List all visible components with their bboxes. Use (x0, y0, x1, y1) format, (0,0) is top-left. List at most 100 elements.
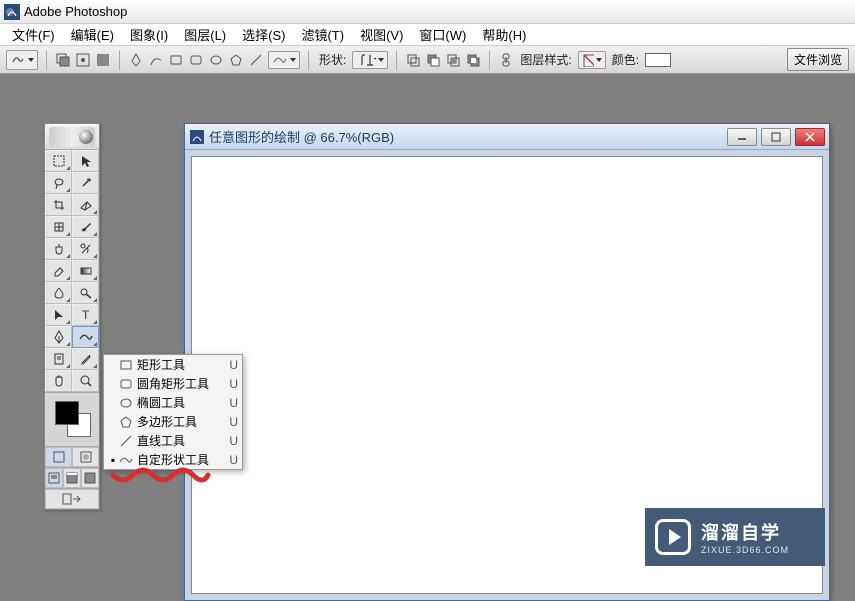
flyout-ellipse-tool[interactable]: 椭圆工具 U (104, 393, 242, 412)
healing-brush-tool[interactable] (45, 216, 72, 238)
menu-bar: 文件(F) 编辑(E) 图象(I) 图层(L) 选择(S) 滤镜(T) 视图(V… (0, 24, 855, 46)
slice-tool[interactable] (72, 194, 99, 216)
eyedropper-tool[interactable] (72, 348, 99, 370)
flyout-item-key: U (224, 377, 238, 391)
annotation-red-underline (108, 467, 228, 487)
combine-exclude-icon[interactable] (465, 52, 481, 68)
menu-file[interactable]: 文件(F) (4, 23, 63, 46)
flyout-rectangle-tool[interactable]: 矩形工具 U (104, 355, 242, 374)
line-shape-icon[interactable] (248, 52, 264, 68)
dodge-tool[interactable] (72, 282, 99, 304)
link-icon[interactable] (498, 52, 514, 68)
fill-pixels-mode-icon[interactable] (95, 52, 111, 68)
custom-shape-tool-indicator[interactable] (6, 50, 38, 70)
rectangle-shape-icon[interactable] (168, 52, 184, 68)
shape-picker[interactable] (352, 51, 388, 69)
eraser-tool[interactable] (45, 260, 72, 282)
polygon-shape-icon[interactable] (228, 52, 244, 68)
line-icon (118, 433, 134, 449)
maximize-button[interactable] (761, 128, 791, 146)
file-browse-button[interactable]: 文件浏览 (787, 48, 849, 71)
app-title-text: Adobe Photoshop (24, 4, 127, 19)
shape-tool-flyout: 矩形工具 U 圆角矩形工具 U 椭圆工具 U 多边形工具 U 直线工具 U ▪ … (103, 354, 243, 470)
menu-view[interactable]: 视图(V) (352, 23, 411, 46)
document-title-bar[interactable]: 任意图形的绘制 @ 66.7%(RGB) (185, 124, 829, 150)
flyout-item-key: U (224, 453, 238, 467)
flyout-polygon-tool[interactable]: 多边形工具 U (104, 412, 242, 431)
svg-text:T: T (82, 308, 90, 322)
menu-window[interactable]: 窗口(W) (411, 23, 474, 46)
history-brush-tool[interactable] (72, 238, 99, 260)
color-label: 颜色: (612, 51, 639, 68)
custom-shape-select-icon[interactable] (268, 51, 300, 69)
custom-shape-tool[interactable] (72, 326, 99, 348)
rectangle-icon (118, 357, 134, 373)
flyout-item-key: U (224, 434, 238, 448)
gradient-tool[interactable] (72, 260, 99, 282)
menu-help[interactable]: 帮助(H) (474, 23, 534, 46)
lasso-tool[interactable] (45, 172, 72, 194)
magic-wand-tool[interactable] (72, 172, 99, 194)
move-tool[interactable] (72, 150, 99, 172)
flyout-item-key: U (224, 415, 238, 429)
document-title-text: 任意图形的绘制 @ 66.7%(RGB) (209, 127, 727, 146)
watermark-play-icon (655, 519, 691, 555)
combine-add-icon[interactable] (405, 52, 421, 68)
app-title-bar: Adobe Photoshop (0, 0, 855, 24)
custom-shape-icon (118, 452, 134, 468)
freeform-pen-icon[interactable] (148, 52, 164, 68)
toolbox-logo (49, 127, 95, 147)
menu-edit[interactable]: 编辑(E) (63, 23, 122, 46)
pen-tool[interactable] (45, 326, 72, 348)
layer-style-picker[interactable] (578, 51, 606, 69)
ellipse-icon (118, 395, 134, 411)
screen-full-menubar-icon[interactable] (63, 468, 81, 488)
hand-tool[interactable] (45, 370, 72, 392)
layer-style-label: 图层样式: (520, 51, 571, 68)
foreground-color[interactable] (55, 401, 79, 425)
flyout-rounded-rectangle-tool[interactable]: 圆角矩形工具 U (104, 374, 242, 393)
rounded-rect-shape-icon[interactable] (188, 52, 204, 68)
watermark-sub-text: ZIXUE.3D66.COM (701, 545, 789, 555)
menu-image[interactable]: 图象(I) (122, 23, 176, 46)
shape-layers-mode-icon[interactable] (55, 52, 71, 68)
quick-mask-mode-icon[interactable] (72, 447, 99, 467)
color-swatch[interactable] (645, 53, 671, 67)
marquee-tool[interactable] (45, 150, 72, 172)
pen-tool-icon[interactable] (128, 52, 144, 68)
rounded-rectangle-icon (118, 376, 134, 392)
combine-intersect-icon[interactable] (445, 52, 461, 68)
color-picker[interactable] (45, 392, 99, 446)
close-button[interactable] (795, 128, 825, 146)
clone-stamp-tool[interactable] (45, 238, 72, 260)
flyout-item-label: 多边形工具 (137, 413, 224, 430)
screen-full-icon[interactable] (81, 468, 99, 488)
screen-standard-icon[interactable] (45, 468, 63, 488)
toolbox-panel: T (44, 123, 100, 510)
flyout-line-tool[interactable]: 直线工具 U (104, 431, 242, 450)
brush-tool[interactable] (72, 216, 99, 238)
menu-layer[interactable]: 图层(L) (176, 23, 234, 46)
menu-select[interactable]: 选择(S) (234, 23, 293, 46)
minimize-button[interactable] (727, 128, 757, 146)
combine-subtract-icon[interactable] (425, 52, 441, 68)
zoom-tool[interactable] (72, 370, 99, 392)
menu-filter[interactable]: 滤镜(T) (293, 23, 352, 46)
notes-tool[interactable] (45, 348, 72, 370)
toolbox-header[interactable] (45, 124, 99, 150)
paths-mode-icon[interactable] (75, 52, 91, 68)
checkmark-icon: ▪ (108, 453, 118, 467)
ellipse-shape-icon[interactable] (208, 52, 224, 68)
flyout-item-label: 椭圆工具 (137, 394, 224, 411)
photoshop-app-icon (4, 4, 20, 20)
standard-mode-icon[interactable] (45, 447, 72, 467)
path-selection-tool[interactable] (45, 304, 72, 326)
crop-tool[interactable] (45, 194, 72, 216)
flyout-item-label: 自定形状工具 (137, 451, 224, 468)
blur-tool[interactable] (45, 282, 72, 304)
options-bar: 形状: 图层样式: 颜色: 文件浏览 (0, 46, 855, 74)
document-icon (189, 129, 205, 145)
flyout-item-label: 圆角矩形工具 (137, 375, 224, 392)
type-tool[interactable]: T (72, 304, 99, 326)
jump-to-imageready-icon[interactable] (45, 489, 99, 509)
